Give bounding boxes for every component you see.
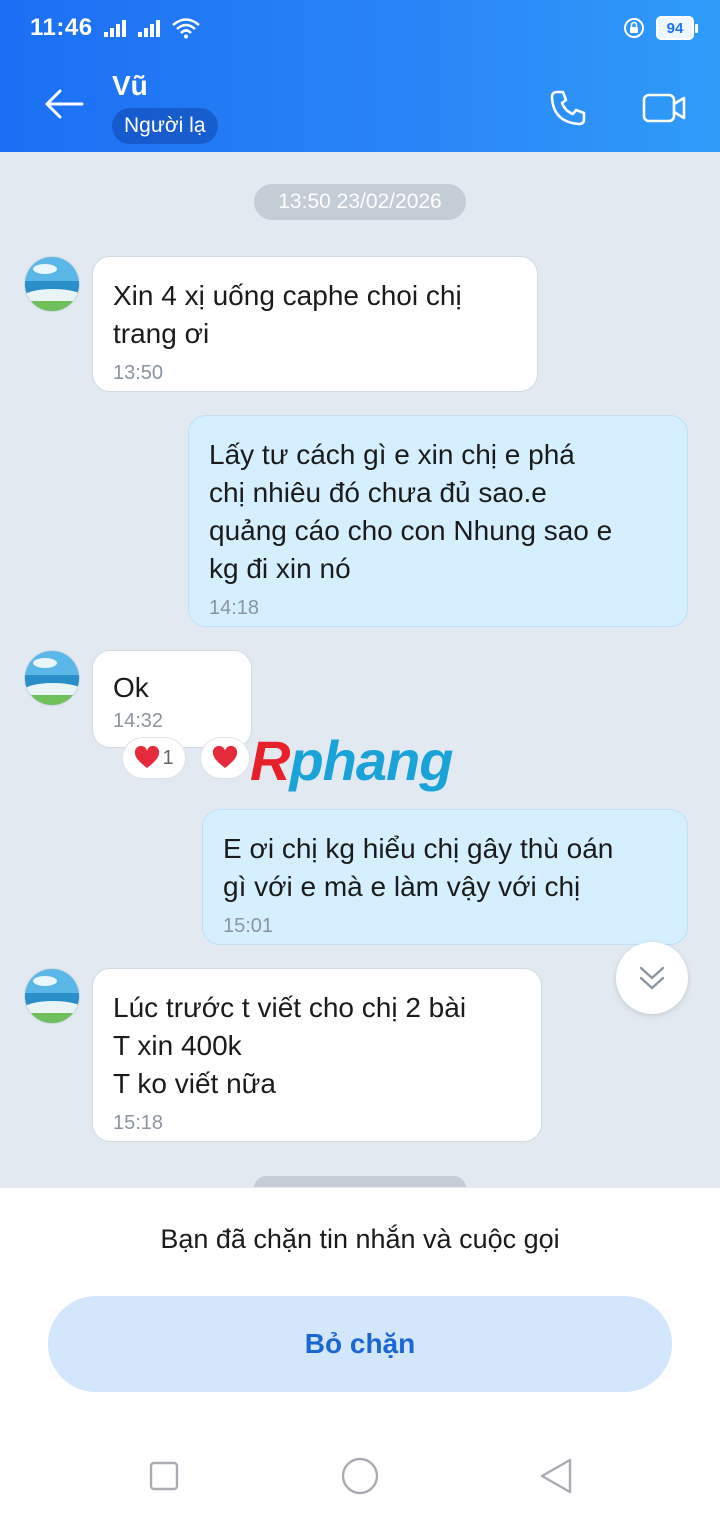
message-text: Xin 4 xị uống caphe choi chị trang ơi <box>113 280 462 349</box>
watermark-logo: Rphang <box>250 728 453 793</box>
message-bubble-incoming[interactable]: Ok 14:32 <box>92 650 252 748</box>
contact-avatar[interactable] <box>24 968 80 1024</box>
triangle-back-icon <box>540 1458 572 1494</box>
watermark-first-letter: R <box>250 729 290 792</box>
blocked-message: Bạn đã chặn tin nhắn và cuộc gọi <box>160 1224 560 1254</box>
video-camera-icon <box>642 93 686 123</box>
beach-avatar-image <box>25 969 79 1023</box>
reaction-summary[interactable]: 1 <box>122 737 186 779</box>
chat-header: 11:46 94 Vũ Người lạ <box>0 0 720 152</box>
status-time: 11:46 <box>30 14 93 41</box>
battery-indicator: 94 <box>656 16 698 40</box>
heart-icon <box>212 746 238 768</box>
voice-call-button[interactable] <box>544 84 592 132</box>
system-navbar <box>0 1430 720 1520</box>
react-button[interactable] <box>200 737 250 779</box>
status-right: 94 <box>622 16 698 40</box>
reaction-count: 1 <box>162 746 174 769</box>
beach-avatar-image <box>25 257 79 311</box>
message-time: 15:18 <box>113 1112 164 1134</box>
battery-level: 94 <box>666 19 684 37</box>
wifi-icon <box>171 18 200 39</box>
contact-avatar[interactable] <box>24 256 80 312</box>
status-bar: 11:46 94 <box>0 0 720 56</box>
back-button[interactable] <box>40 80 88 128</box>
recents-button[interactable] <box>140 1452 188 1500</box>
phone-icon <box>550 90 586 126</box>
square-icon <box>149 1461 179 1491</box>
message-bubble-incoming[interactable]: Xin 4 xị uống caphe choi chị trang ơi 13… <box>92 256 538 392</box>
beach-avatar-image <box>25 651 79 705</box>
back-nav-button[interactable] <box>532 1452 580 1500</box>
message-bubble-outgoing[interactable]: E ơi chị kg hiểu chị gây thù oán gì với … <box>202 809 688 945</box>
heart-icon <box>135 746 160 768</box>
status-left: 11:46 <box>30 14 201 42</box>
stranger-badge: Người lạ <box>112 108 218 144</box>
rotation-lock-icon <box>624 18 644 38</box>
signal-1-icon <box>103 20 126 37</box>
video-call-button[interactable] <box>638 84 690 132</box>
circle-icon <box>341 1457 379 1495</box>
message-text: Lấy tư cách gì e xin chị e phá chị nhiêu… <box>209 439 613 584</box>
chevron-double-down-icon <box>639 966 665 990</box>
message-time: 14:32 <box>113 710 164 732</box>
signal-2-icon <box>137 20 160 37</box>
contact-avatar[interactable] <box>24 650 80 706</box>
message-text: Ok <box>113 672 149 703</box>
message-bubble-outgoing[interactable]: Lấy tư cách gì e xin chị e phá chị nhiêu… <box>188 415 688 627</box>
watermark-rest: phang <box>289 729 453 792</box>
message-text: Lúc trước t viết cho chị 2 bài T xin 400… <box>113 992 467 1099</box>
message-bubble-incoming[interactable]: Lúc trước t viết cho chị 2 bài T xin 400… <box>92 968 542 1142</box>
message-time: 15:01 <box>223 915 274 937</box>
message-text: E ơi chị kg hiểu chị gây thù oán gì với … <box>223 833 614 902</box>
scroll-to-bottom-button[interactable] <box>616 942 688 1014</box>
home-button[interactable] <box>336 1452 384 1500</box>
arrow-left-icon <box>45 89 84 119</box>
message-time: 14:18 <box>209 597 260 619</box>
date-separator: 13:50 23/02/2026 <box>254 184 466 220</box>
message-time: 13:50 <box>113 362 164 384</box>
contact-name[interactable]: Vũ <box>112 70 148 102</box>
unblock-button[interactable]: Bỏ chặn <box>48 1296 672 1392</box>
